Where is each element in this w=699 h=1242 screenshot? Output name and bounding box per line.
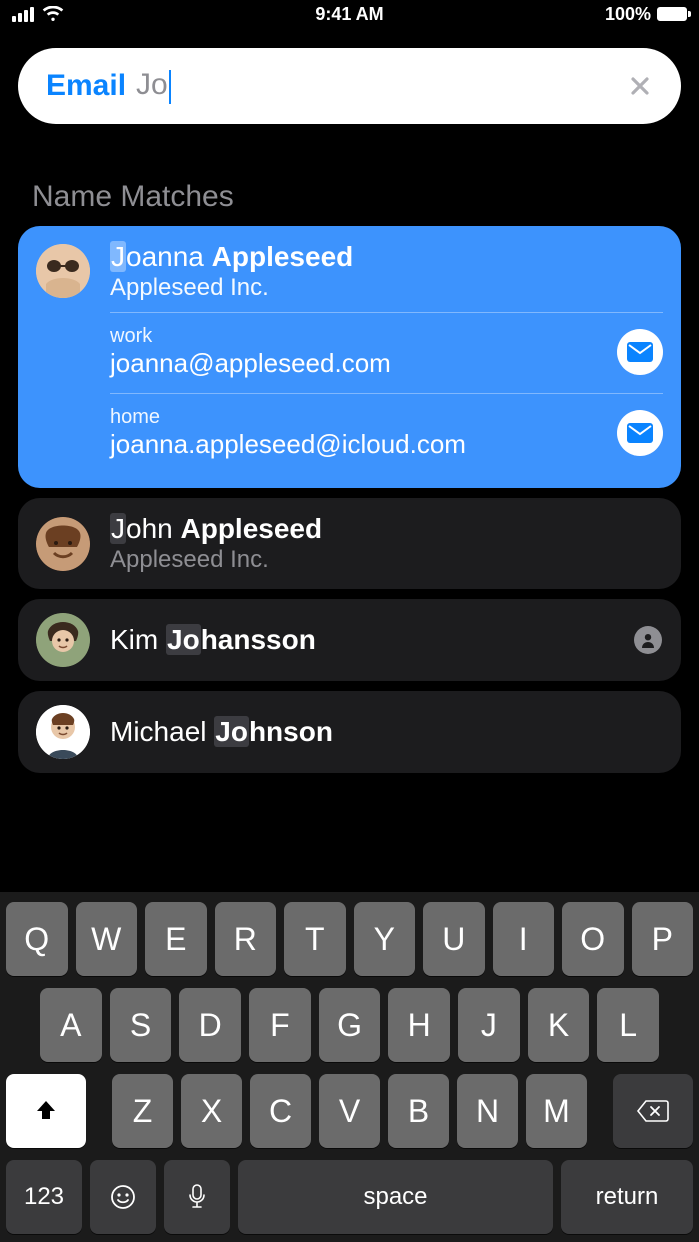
close-icon[interactable] <box>625 71 655 101</box>
mail-icon[interactable] <box>617 329 663 375</box>
search-input[interactable]: Email Jo <box>18 48 681 124</box>
key-w[interactable]: W <box>76 902 138 976</box>
avatar <box>36 705 90 759</box>
key-b[interactable]: B <box>388 1074 449 1148</box>
person-icon <box>634 626 662 654</box>
email-label: home <box>110 406 603 429</box>
avatar <box>36 244 90 298</box>
email-row[interactable]: home joanna.appleseed@icloud.com <box>110 393 663 474</box>
backspace-key[interactable] <box>613 1074 693 1148</box>
key-p[interactable]: P <box>632 902 694 976</box>
key-y[interactable]: Y <box>354 902 416 976</box>
key-r[interactable]: R <box>215 902 277 976</box>
key-m[interactable]: M <box>526 1074 587 1148</box>
key-o[interactable]: O <box>562 902 624 976</box>
contact-card[interactable]: Kim Johansson <box>18 599 681 681</box>
key-j[interactable]: J <box>458 988 520 1062</box>
key-c[interactable]: C <box>250 1074 311 1148</box>
section-header: Name Matches <box>0 124 699 226</box>
key-t[interactable]: T <box>284 902 346 976</box>
email-value: joanna.appleseed@icloud.com <box>110 429 603 460</box>
key-l[interactable]: L <box>597 988 659 1062</box>
key-u[interactable]: U <box>423 902 485 976</box>
search-prefix: Email <box>46 69 126 103</box>
space-key[interactable]: space <box>238 1160 553 1234</box>
contact-card[interactable]: Michael Johnson <box>18 691 681 773</box>
key-h[interactable]: H <box>388 988 450 1062</box>
battery-icon <box>657 7 687 21</box>
dictation-key[interactable] <box>164 1160 230 1234</box>
return-key[interactable]: return <box>561 1160 693 1234</box>
contact-company: Appleseed Inc. <box>110 274 663 303</box>
key-x[interactable]: X <box>181 1074 242 1148</box>
avatar <box>36 517 90 571</box>
email-value: joanna@appleseed.com <box>110 348 603 379</box>
contact-company: Appleseed Inc. <box>110 546 663 575</box>
key-z[interactable]: Z <box>112 1074 173 1148</box>
avatar <box>36 613 90 667</box>
mail-icon[interactable] <box>617 410 663 456</box>
search-query: Jo <box>136 68 171 103</box>
contact-name: John Appleseed <box>110 512 663 546</box>
key-g[interactable]: G <box>319 988 381 1062</box>
results-list: Joanna Appleseed Appleseed Inc. work joa… <box>0 226 699 773</box>
contact-name: Michael Johnson <box>110 715 663 749</box>
keyboard: QWERTYUIOP ASDFGHJKL ZXCVBNM 123 space r… <box>0 892 699 1242</box>
key-e[interactable]: E <box>145 902 207 976</box>
shift-key[interactable] <box>6 1074 86 1148</box>
contact-card[interactable]: John Appleseed Appleseed Inc. <box>18 498 681 588</box>
key-s[interactable]: S <box>110 988 172 1062</box>
email-label: work <box>110 325 603 348</box>
contact-name: Joanna Appleseed <box>110 240 663 274</box>
email-row[interactable]: work joanna@appleseed.com <box>110 312 663 393</box>
key-v[interactable]: V <box>319 1074 380 1148</box>
contact-name: Kim Johansson <box>110 623 613 657</box>
key-n[interactable]: N <box>457 1074 518 1148</box>
emoji-key[interactable] <box>90 1160 156 1234</box>
key-q[interactable]: Q <box>6 902 68 976</box>
status-bar: 9:41 AM 100% <box>0 0 699 28</box>
key-f[interactable]: F <box>249 988 311 1062</box>
numbers-key[interactable]: 123 <box>6 1160 82 1234</box>
key-k[interactable]: K <box>528 988 590 1062</box>
key-d[interactable]: D <box>179 988 241 1062</box>
clock: 9:41 AM <box>0 4 699 25</box>
key-i[interactable]: I <box>493 902 555 976</box>
key-a[interactable]: A <box>40 988 102 1062</box>
contact-card[interactable]: Joanna Appleseed Appleseed Inc. work joa… <box>18 226 681 488</box>
